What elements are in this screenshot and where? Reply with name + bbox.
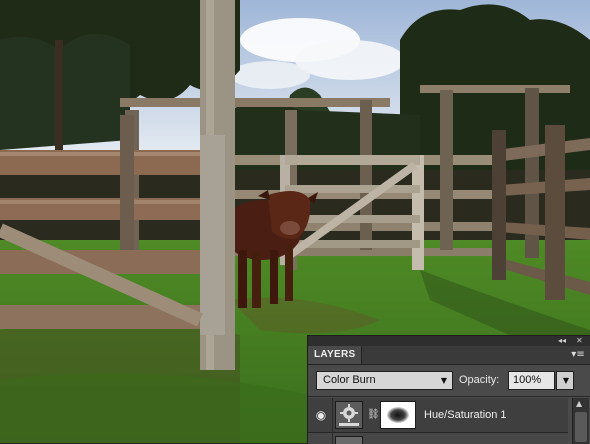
mask-gradient [387,407,409,423]
eye-icon[interactable]: ◉ [310,398,333,432]
eye-icon[interactable] [310,433,333,444]
chevron-down-icon: ▼ [562,376,569,385]
layers-panel: ◂◂ ✕ LAYERS ▾≡ Color Burn ▼ Opacity: 100… [307,335,590,444]
layer-mask-thumbnail[interactable] [380,401,416,429]
panel-title-bar: ◂◂ ✕ [308,336,590,346]
close-icon[interactable]: ✕ [576,336,583,346]
double-chevron-icon[interactable]: ◂◂ [558,336,566,346]
scroll-thumb[interactable] [575,412,587,442]
gear-icon [336,402,362,428]
layer-row[interactable]: ◉ ⛓ Hue/Saturation 1 [308,398,568,433]
chevron-down-icon: ▼ [440,376,447,385]
tab-layers[interactable]: LAYERS [308,346,363,364]
layer-name[interactable]: Hue/Saturation 1 [424,398,507,432]
layer-row[interactable] [308,433,568,444]
panel-tab-bar: LAYERS ▾≡ [308,346,590,365]
opacity-input[interactable]: 100% [508,371,555,390]
scroll-up-icon[interactable]: ▲ [576,400,582,408]
layers-scrollbar[interactable]: ▲ [572,398,589,444]
link-icon[interactable]: ⛓ [367,407,380,423]
opacity-dropdown-button[interactable]: ▼ [556,371,574,390]
opacity-label: Opacity: [459,374,500,386]
divider [308,396,590,397]
adjustment-layer-icon [335,401,363,429]
blend-mode-value: Color Burn [323,374,376,386]
blend-mode-select[interactable]: Color Burn ▼ [316,371,453,390]
panel-menu-icon[interactable]: ▾≡ [571,349,585,361]
